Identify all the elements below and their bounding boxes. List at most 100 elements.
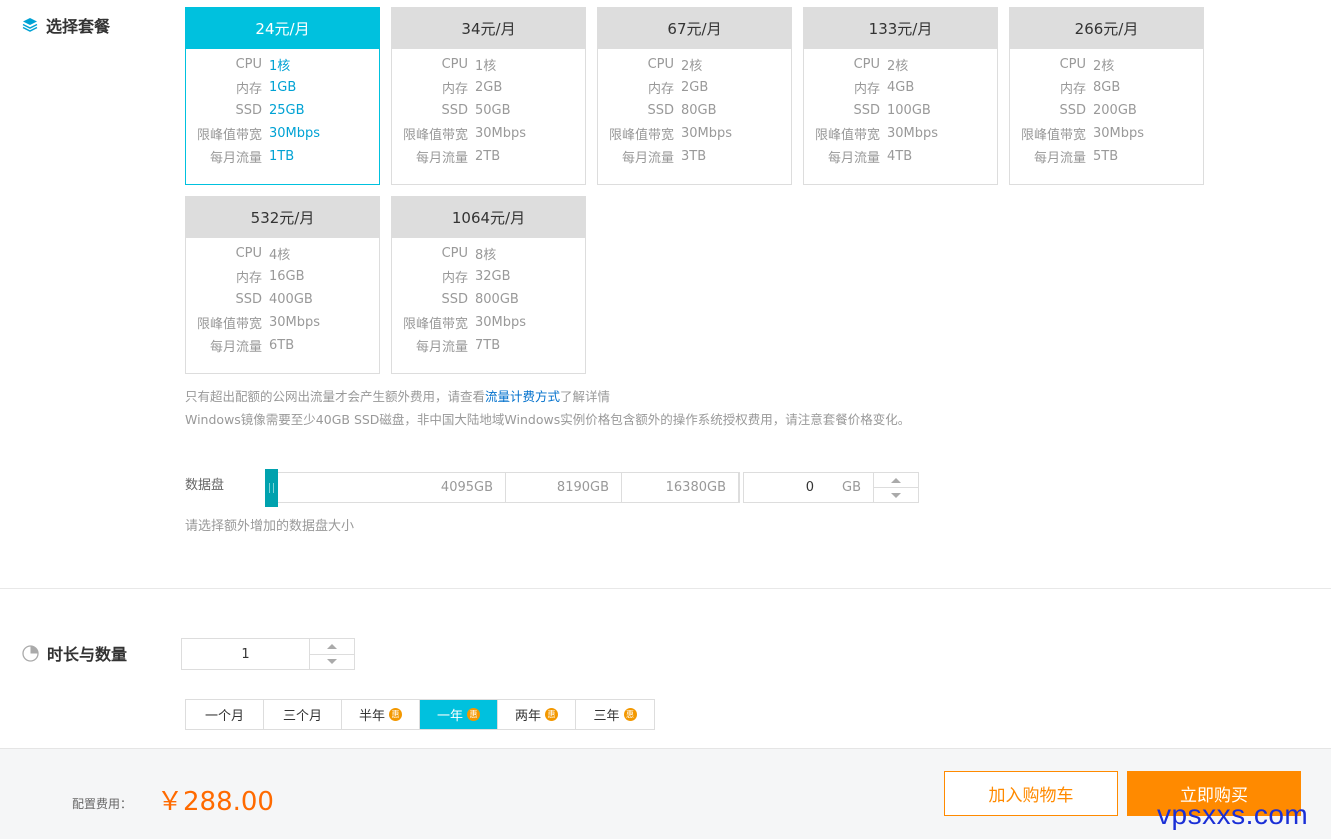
duration-label: 三个月 bbox=[282, 709, 322, 724]
duration-option[interactable]: 三个月 bbox=[264, 700, 342, 729]
plan-spec-row: 内存 16GB bbox=[186, 265, 379, 288]
windows-note: Windows镜像需要至少40GB SSD磁盘，非中国大陆地域Windows实例… bbox=[185, 412, 911, 427]
plan-spec-value: 100GB bbox=[887, 103, 931, 118]
plan-spec-label: 内存 bbox=[441, 271, 468, 286]
layers-icon bbox=[22, 17, 38, 33]
discount-badge-icon: 惠 bbox=[389, 708, 402, 721]
plan-price: 34元/月 bbox=[392, 8, 585, 49]
plan-card[interactable]: 67元/月 CPU 2核 内存 2GB SSD 80GB 限峰值带宽 30Mbps 每月流量 3TB bbox=[597, 7, 792, 185]
plan-spec-value: 400GB bbox=[269, 292, 313, 307]
plan-spec-label: 每月流量 bbox=[1033, 151, 1086, 166]
plan-spec-label: CPU bbox=[853, 57, 880, 72]
increment-button[interactable] bbox=[310, 639, 354, 655]
duration-option[interactable]: 一个月 bbox=[186, 700, 264, 729]
plan-card[interactable]: 1064元/月 CPU 8核 内存 32GB SSD 800GB 限峰值带宽 30Mbps 每月流… bbox=[391, 196, 586, 374]
fee-value: ￥288.00 bbox=[157, 787, 274, 817]
plan-spec-row: 限峰值带宽 30Mbps bbox=[1010, 122, 1203, 145]
discount-badge-icon: 惠 bbox=[467, 708, 480, 721]
data-disk-hint: 请选择额外增加的数据盘大小 bbox=[185, 519, 355, 534]
plan-spec-value: 30Mbps bbox=[475, 126, 527, 141]
plan-price: 133元/月 bbox=[804, 8, 997, 49]
arrow-up-icon bbox=[891, 477, 901, 483]
data-disk-slider[interactable]: 4095GB 8190GB 16380GB bbox=[265, 469, 740, 507]
plan-price: 266元/月 bbox=[1010, 8, 1203, 49]
plan-spec-label: SSD bbox=[235, 292, 262, 307]
plan-spec-label: SSD bbox=[235, 103, 262, 118]
duration-label: 半年 bbox=[358, 709, 385, 724]
plan-price: 1064元/月 bbox=[392, 197, 585, 238]
plan-spec-value: 16GB bbox=[269, 269, 305, 284]
plan-spec-value: 4核 bbox=[269, 248, 291, 263]
plan-spec-row: CPU 4核 bbox=[186, 242, 379, 265]
quantity-stepper: 1 bbox=[181, 638, 355, 670]
plan-card[interactable]: 266元/月 CPU 2核 内存 8GB SSD 200GB 限峰值带宽 30Mbps 每月流量 5… bbox=[1009, 7, 1204, 185]
traffic-note-text: 只有超出配额的公网出流量才会产生额外费用，请查看 bbox=[185, 389, 486, 404]
plan-spec-value: 32GB bbox=[475, 269, 511, 284]
plan-spec-row: 限峰值带宽 30Mbps bbox=[598, 122, 791, 145]
traffic-billing-link[interactable]: 流量计费方式 bbox=[485, 389, 560, 404]
plan-spec-label: 内存 bbox=[853, 82, 880, 97]
plan-spec-row: 内存 8GB bbox=[1010, 76, 1203, 99]
plan-spec-row: 内存 1GB bbox=[186, 76, 379, 99]
plan-spec-value: 30Mbps bbox=[269, 315, 321, 330]
plan-spec-label: 限峰值带宽 bbox=[196, 317, 262, 332]
data-disk-input[interactable]: 0 bbox=[744, 473, 830, 502]
plan-spec-label: 每月流量 bbox=[621, 151, 674, 166]
plan-spec-value: 30Mbps bbox=[887, 126, 939, 141]
slider-handle[interactable] bbox=[265, 469, 278, 507]
arrow-down-icon bbox=[891, 492, 901, 498]
plan-spec-row: 限峰值带宽 30Mbps bbox=[392, 122, 585, 145]
plan-card[interactable]: 133元/月 CPU 2核 内存 4GB SSD 100GB 限峰值带宽 30Mbps 每月流量 4… bbox=[803, 7, 998, 185]
plan-spec-label: 每月流量 bbox=[827, 151, 880, 166]
plan-spec-label: SSD bbox=[1059, 103, 1086, 118]
plan-spec-label: SSD bbox=[853, 103, 880, 118]
arrow-down-icon bbox=[327, 659, 337, 665]
plan-spec-row: SSD 100GB bbox=[804, 99, 997, 122]
plan-spec-label: SSD bbox=[441, 103, 468, 118]
plan-spec-value: 8GB bbox=[1093, 80, 1121, 95]
plan-spec-value: 1TB bbox=[269, 149, 295, 164]
slider-mark: 4095GB bbox=[266, 473, 506, 502]
section-divider bbox=[0, 588, 1331, 589]
duration-label: 三年 bbox=[593, 709, 620, 724]
plan-spec-row: SSD 400GB bbox=[186, 288, 379, 311]
plan-spec-value: 2GB bbox=[681, 80, 709, 95]
plan-spec-row: 内存 2GB bbox=[598, 76, 791, 99]
plan-spec-value: 2核 bbox=[1093, 59, 1115, 74]
decrement-button[interactable] bbox=[310, 655, 354, 670]
pie-chart-icon bbox=[22, 644, 39, 662]
plan-spec-label: 内存 bbox=[647, 82, 674, 97]
plan-spec-label: 限峰值带宽 bbox=[814, 128, 880, 143]
plan-spec-row: 限峰值带宽 30Mbps bbox=[804, 122, 997, 145]
plan-spec-value: 80GB bbox=[681, 103, 717, 118]
plan-card[interactable]: 34元/月 CPU 1核 内存 2GB SSD 50GB 限峰值带宽 30Mbps 每月流量 2TB bbox=[391, 7, 586, 185]
plan-spec-row: CPU 2核 bbox=[598, 53, 791, 76]
plan-spec-label: 内存 bbox=[235, 82, 262, 97]
duration-option[interactable]: 半年惠 bbox=[342, 700, 420, 729]
plan-spec-label: CPU bbox=[235, 57, 262, 72]
plan-spec-row: 每月流量 6TB bbox=[186, 334, 379, 357]
duration-option[interactable]: 一年惠 bbox=[420, 700, 498, 729]
duration-option[interactable]: 两年惠 bbox=[498, 700, 576, 729]
plan-spec-row: 每月流量 3TB bbox=[598, 145, 791, 168]
plan-spec-value: 7TB bbox=[475, 338, 501, 353]
plan-spec-label: CPU bbox=[441, 246, 468, 261]
plan-spec-label: CPU bbox=[647, 57, 674, 72]
duration-option[interactable]: 三年惠 bbox=[576, 700, 654, 729]
increment-button[interactable] bbox=[874, 473, 918, 488]
plan-card[interactable]: 24元/月 CPU 1核 内存 1GB SSD 25GB 限峰值带宽 30Mbps 每月流量 1TB bbox=[185, 7, 380, 185]
decrement-button[interactable] bbox=[874, 488, 918, 502]
data-disk-stepper: 0 GB bbox=[743, 472, 919, 503]
plan-card[interactable]: 532元/月 CPU 4核 内存 16GB SSD 400GB 限峰值带宽 30Mbps 每月流量… bbox=[185, 196, 380, 374]
plan-spec-row: SSD 200GB bbox=[1010, 99, 1203, 122]
duration-label: 两年 bbox=[514, 709, 541, 724]
add-to-cart-button[interactable]: 加入购物车 bbox=[944, 771, 1118, 816]
plan-spec-label: 限峰值带宽 bbox=[196, 128, 262, 143]
plan-spec-row: CPU 1核 bbox=[392, 53, 585, 76]
plan-spec-value: 5TB bbox=[1093, 149, 1119, 164]
quantity-input[interactable]: 1 bbox=[182, 639, 310, 669]
plan-spec-value: 2GB bbox=[475, 80, 503, 95]
slider-mark: 16380GB bbox=[622, 473, 739, 502]
plan-spec-row: 每月流量 5TB bbox=[1010, 145, 1203, 168]
plan-spec-value: 8核 bbox=[475, 248, 497, 263]
